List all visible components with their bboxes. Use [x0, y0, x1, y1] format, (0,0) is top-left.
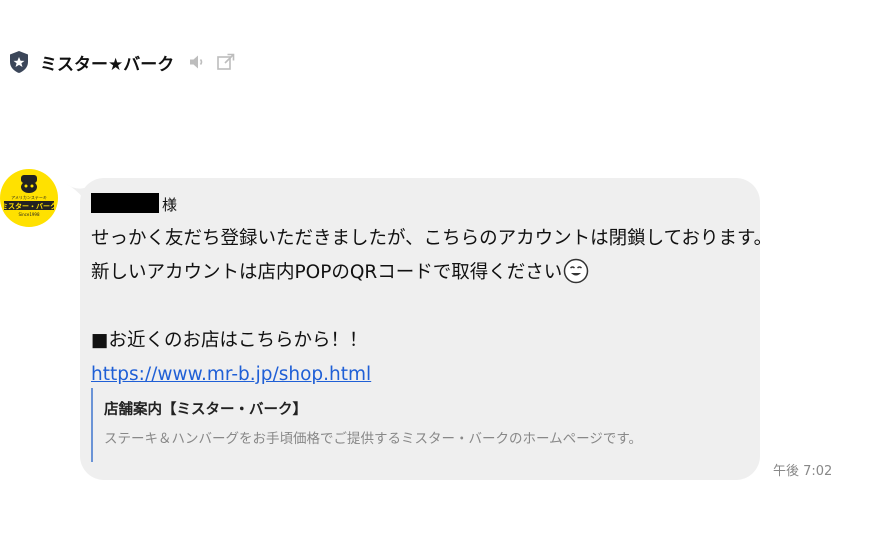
chat-header: ミスター★バーク: [8, 47, 236, 77]
recipient-suffix: 様: [162, 196, 178, 214]
external-link-icon[interactable]: [216, 52, 236, 72]
shop-link[interactable]: https://www.mr-b.jp/shop.html: [91, 364, 371, 385]
link-preview-title: 店舗案内【ミスター・バーク】: [104, 402, 307, 418]
redacted-name: [91, 193, 159, 213]
avatar[interactable]: アメリカンステーキ ミスター・バーク Since1998: [0, 169, 58, 227]
message-line-2: 新しいアカウントは店内POPのQRコードで取得ください: [91, 256, 751, 290]
smiling-face-emoji-icon: [563, 258, 589, 296]
account-name[interactable]: ミスター★バーク: [40, 50, 174, 75]
message-line-4: ■お近くのお店はこちらから！！: [91, 330, 368, 351]
svg-text:アメリカンステーキ: アメリカンステーキ: [11, 194, 47, 200]
mr-bark-logo: アメリカンステーキ ミスター・バーク Since1998: [1, 175, 57, 217]
svg-text:ミスター・バーク: ミスター・バーク: [1, 202, 57, 211]
recipient-line: 様: [91, 188, 751, 222]
message-timestamp: 午後 7:02: [773, 464, 833, 479]
speaker-mute-icon[interactable]: [188, 53, 206, 71]
link-preview[interactable]: 店舗案内【ミスター・バーク】 ステーキ＆ハンバーグをお手頃価格でご提供するミスタ…: [91, 388, 711, 462]
message-line-1: せっかく友だち登録いただきましたが、こちらのアカウントは閉鎖しております。: [91, 228, 773, 249]
message-text: 様 せっかく友だち登録いただきましたが、こちらのアカウントは閉鎖しております。 …: [91, 188, 773, 392]
link-preview-description: ステーキ＆ハンバーグをお手頃価格でご提供するミスター・バークのホームページです。: [104, 431, 642, 447]
svg-text:Since1998: Since1998: [18, 212, 39, 217]
shield-icon: [8, 50, 30, 74]
